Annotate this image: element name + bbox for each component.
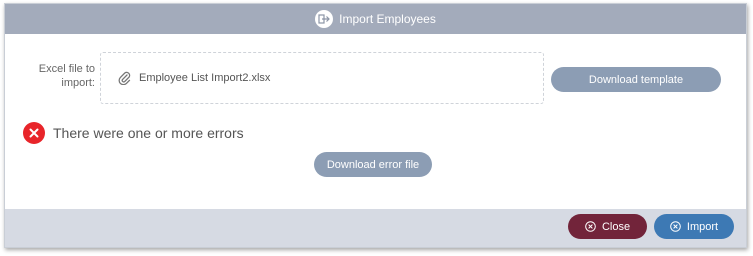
import-button[interactable]: Import <box>654 214 734 239</box>
download-template-button[interactable]: Download template <box>551 67 721 92</box>
dialog-title: Import Employees <box>339 12 436 26</box>
close-circle-icon <box>585 221 596 232</box>
import-button-label: Import <box>686 220 719 233</box>
dialog-body: Excel file to import: Employee List Impo… <box>5 34 746 209</box>
close-button[interactable]: Close <box>568 214 647 239</box>
import-circle-icon <box>670 221 681 232</box>
download-error-file-label: Download error file <box>326 158 420 171</box>
import-arrow-icon <box>315 10 334 28</box>
close-button-label: Close <box>601 220 631 233</box>
import-employees-dialog: Import Employees Excel file to import: E… <box>4 3 747 248</box>
error-x-icon <box>23 122 45 144</box>
error-message: There were one or more errors <box>53 125 244 141</box>
error-message-row: There were one or more errors <box>23 122 244 144</box>
download-error-file-button[interactable]: Download error file <box>314 152 432 177</box>
file-dropzone[interactable]: Employee List Import2.xlsx <box>100 52 544 104</box>
dialog-titlebar: Import Employees <box>5 4 746 34</box>
selected-file-name: Employee List Import2.xlsx <box>139 72 271 84</box>
download-template-label: Download template <box>588 73 684 86</box>
dialog-footer: Close Import <box>5 209 746 247</box>
paperclip-icon <box>118 71 131 85</box>
file-input-label: Excel file to import: <box>38 63 95 89</box>
